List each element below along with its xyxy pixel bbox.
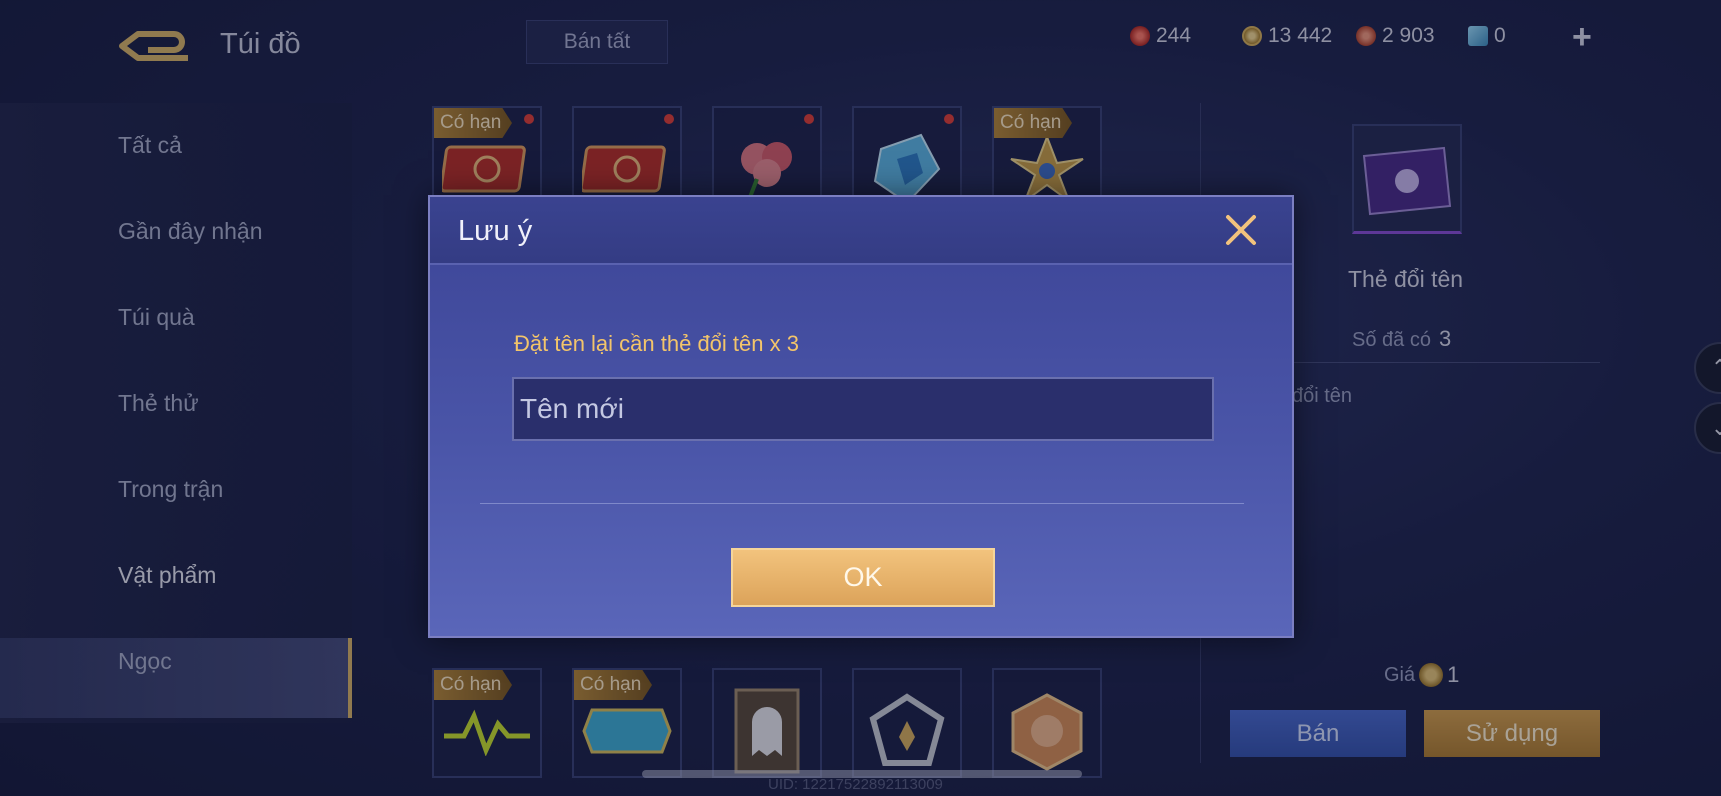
dialog-header: Lưu ý bbox=[430, 197, 1292, 265]
close-icon bbox=[1226, 215, 1256, 245]
close-button[interactable] bbox=[1222, 211, 1260, 249]
dialog-divider bbox=[480, 503, 1244, 504]
new-name-input[interactable] bbox=[512, 377, 1214, 441]
rename-dialog: Lưu ý Đặt tên lại cần thẻ đổi tên x 3 OK bbox=[428, 195, 1294, 638]
ok-button[interactable]: OK bbox=[731, 548, 995, 607]
dialog-message: Đặt tên lại cần thẻ đổi tên x 3 bbox=[514, 331, 799, 356]
dialog-title: Lưu ý bbox=[458, 215, 533, 247]
